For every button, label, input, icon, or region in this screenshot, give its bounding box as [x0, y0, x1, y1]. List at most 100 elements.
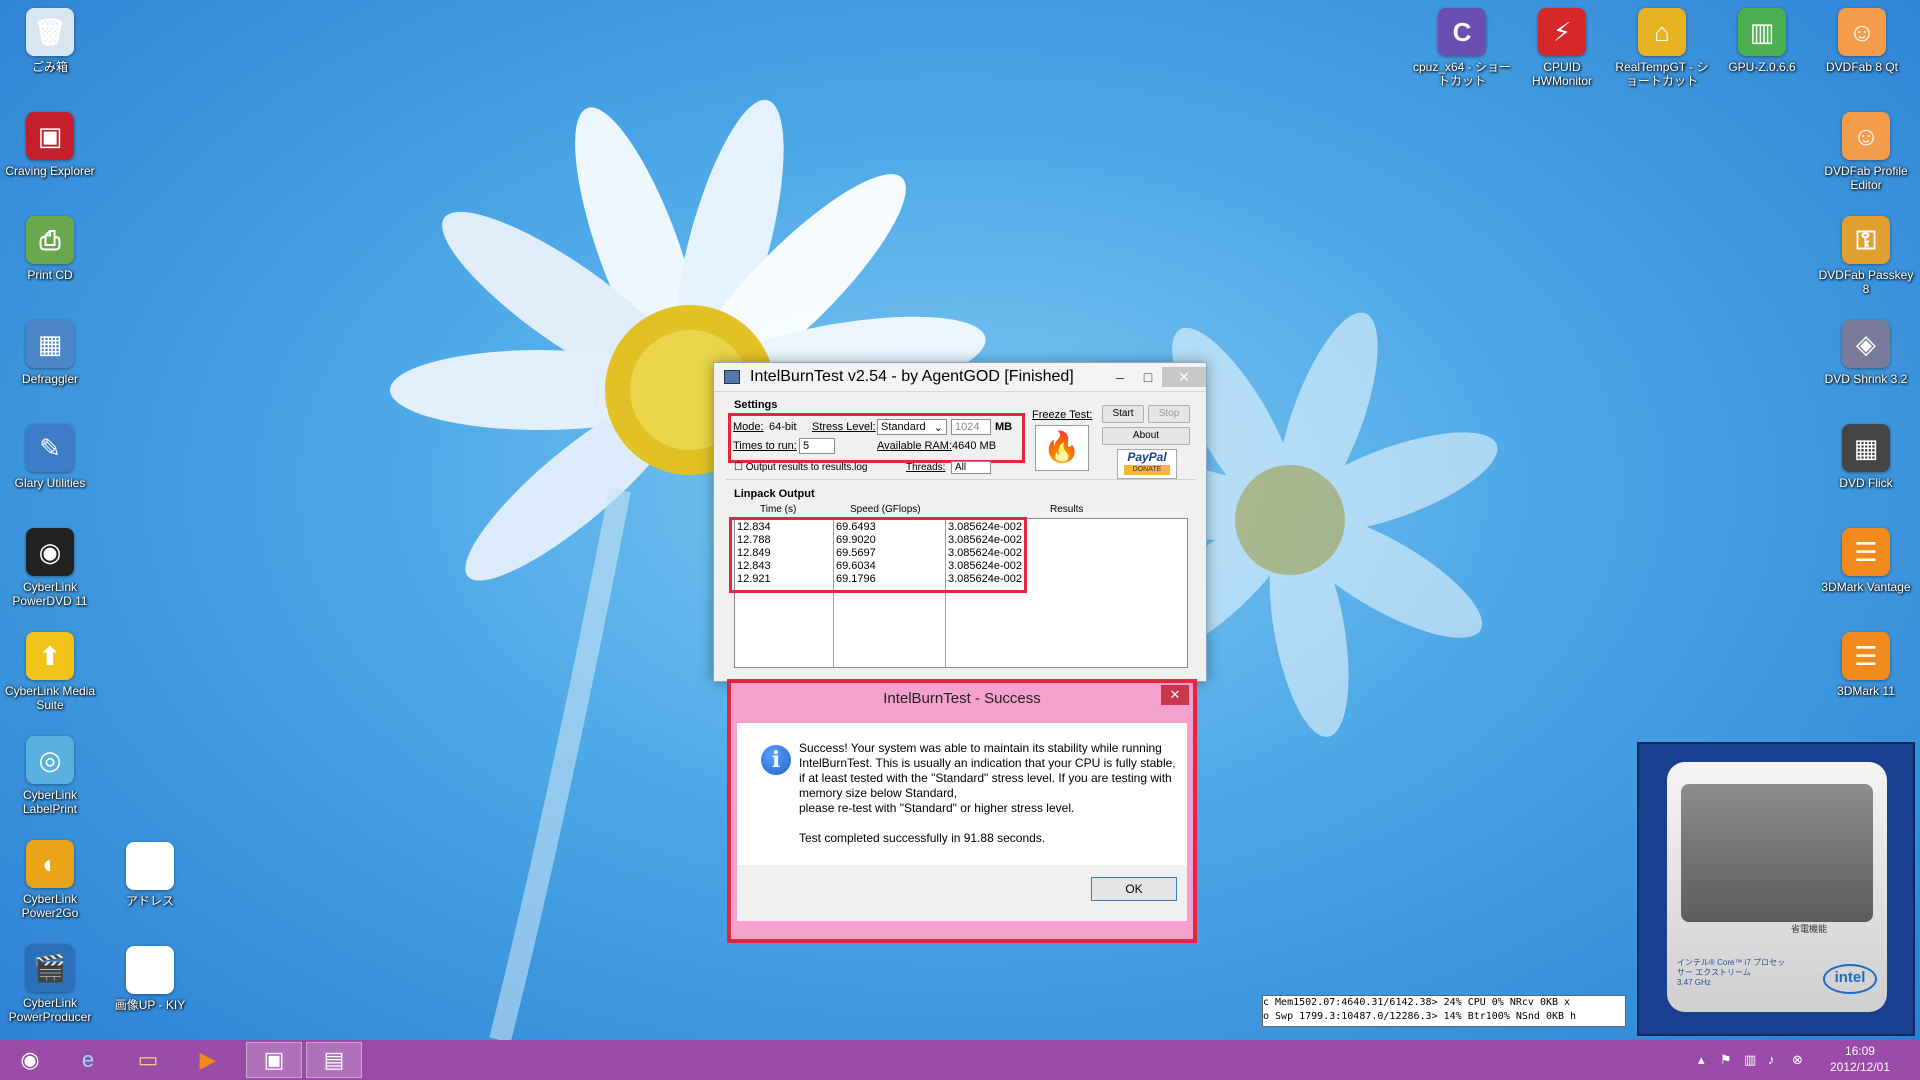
- desktop-icon-label: Defraggler: [21, 372, 79, 386]
- paypal-donate-button[interactable]: PayPal DONATE: [1117, 449, 1177, 479]
- desktop-icon[interactable]: ▦ DVD Flick: [1816, 424, 1916, 490]
- mode-label: Mode:: [733, 421, 764, 433]
- monitor-app-icon[interactable]: ▣: [246, 1042, 302, 1078]
- internet-explorer-icon[interactable]: e: [60, 1042, 116, 1078]
- desktop-icon[interactable]: ▣ Craving Explorer: [0, 112, 100, 178]
- desktop-icon[interactable]: ⬆ CyberLink Media Suite: [0, 632, 100, 712]
- document-icon: ▤: [126, 946, 174, 994]
- desktop-icon-label: CyberLink Power2Go: [21, 892, 79, 920]
- realtemp-icon: ⌂: [1638, 8, 1686, 56]
- dvd-flick-icon: ▦: [1842, 424, 1890, 472]
- desktop-icon[interactable]: ✎ Glary Utilities: [0, 424, 100, 490]
- desktop-icon[interactable]: ◎ CyberLink LabelPrint: [0, 736, 100, 816]
- desktop-icon[interactable]: ▤ アドレス: [100, 842, 200, 908]
- app-icon: [724, 370, 740, 384]
- success-dialog: IntelBurnTest - Success ✕ i Success! You…: [727, 679, 1197, 943]
- desktop-icon-label: Craving Explorer: [5, 164, 95, 178]
- desktop-icon-label: GPU-Z.0.6.6: [1728, 60, 1796, 74]
- desktop-icon[interactable]: ◐ CyberLink Power2Go: [0, 840, 100, 920]
- 3dmark11-icon: ☰: [1842, 632, 1890, 680]
- desktop-icon[interactable]: ⎙ Print CD: [0, 216, 100, 282]
- desktop-icon[interactable]: ◈ DVD Shrink 3.2: [1816, 320, 1916, 386]
- clock[interactable]: 16:09 2012/12/01: [1830, 1043, 1890, 1075]
- desktop-icon[interactable]: 🎬 CyberLink PowerProducer: [0, 944, 100, 1024]
- media-suite-icon: ⬆: [26, 632, 74, 680]
- desktop-icon[interactable]: ☺ DVDFab Profile Editor: [1816, 112, 1916, 192]
- stress-level-label: Stress Level:: [812, 421, 876, 433]
- stress-level-select[interactable]: Standard ⌄: [877, 419, 947, 435]
- desktop-icon-label: Print CD: [27, 268, 73, 282]
- results-highlight: [729, 517, 1027, 593]
- desktop-icon[interactable]: 🗑 ごみ箱: [0, 8, 100, 74]
- dvdfab-profile-icon: ☺: [1842, 112, 1890, 160]
- desktop-icon-label: 画像UP - KIY: [114, 998, 186, 1012]
- desktop-icon-label: Glary Utilities: [14, 476, 86, 490]
- desktop-icon-label: CyberLink PowerDVD 11: [12, 580, 88, 608]
- start-orb-icon[interactable]: ◉: [2, 1042, 58, 1078]
- memory-size-input[interactable]: 1024: [951, 419, 991, 435]
- print-cd-icon: ⎙: [26, 216, 74, 264]
- desktop-icon[interactable]: ⚡ CPUID HWMonitor: [1512, 8, 1612, 88]
- memory-unit: MB: [995, 421, 1013, 433]
- desktop-icon[interactable]: ▤ 画像UP - KIY: [100, 946, 200, 1012]
- available-ram-value: 4640 MB: [952, 440, 997, 452]
- window-title: IntelBurnTest v2.54 - by AgentGOD [Finis…: [750, 368, 1074, 385]
- desktop-icon-label: RealTempGT - ショートカット: [1615, 60, 1709, 88]
- times-to-run-input[interactable]: 5: [799, 438, 835, 454]
- labelprint-icon: ◎: [26, 736, 74, 784]
- powerproducer-icon: 🎬: [26, 944, 74, 992]
- desktop-icon[interactable]: Ccpuz_x64 - ショートカット: [1412, 8, 1512, 88]
- glary-utilities-icon: ✎: [26, 424, 74, 472]
- ok-button[interactable]: OK: [1091, 877, 1177, 901]
- volume-icon[interactable]: ♪: [1768, 1052, 1775, 1067]
- desktop-icon[interactable]: ◉ CyberLink PowerDVD 11: [0, 528, 100, 608]
- about-button[interactable]: About: [1102, 427, 1190, 445]
- settings-label: Settings: [734, 399, 778, 411]
- maximize-icon[interactable]: □: [1134, 367, 1162, 387]
- passkey-icon: ⚿: [1842, 216, 1890, 264]
- desktop-icon[interactable]: ▥ GPU-Z.0.6.6: [1712, 8, 1812, 74]
- desktop-icon-label: CPUID HWMonitor: [1531, 60, 1592, 88]
- start-button[interactable]: Start: [1102, 405, 1144, 423]
- close-icon[interactable]: ✕: [1162, 367, 1206, 387]
- dvdfab-icon: ☺: [1838, 8, 1886, 56]
- desktop-icon-label: CyberLink Media Suite: [4, 684, 96, 712]
- desktop-icon[interactable]: ☺ DVDFab 8 Qt: [1812, 8, 1912, 74]
- clock-time: 16:09: [1844, 1044, 1875, 1058]
- flag-icon[interactable]: ⚑: [1720, 1052, 1732, 1068]
- window-titlebar[interactable]: IntelBurnTest v2.54 - by AgentGOD [Finis…: [714, 363, 1206, 392]
- recycle-bin-icon: 🗑: [26, 8, 74, 56]
- resource-monitor[interactable]: c Mem1502.07:4640.31/6142.38> 24% CPU 0%…: [1262, 995, 1626, 1027]
- desktop-icon-label: cpuz_x64 - ショートカット: [1412, 60, 1512, 88]
- monitor-line-2: o Swp 1799.3:10487.0/12286.3> 14% Btr100…: [1263, 1011, 1577, 1022]
- document-icon: ▤: [126, 842, 174, 890]
- stop-button[interactable]: Stop: [1148, 405, 1190, 423]
- cpu-gadget[interactable]: 省電機能 インテル® Core™ i7 プロセッサー エクストリーム 3.47 G…: [1637, 742, 1915, 1036]
- file-explorer-icon[interactable]: ▭: [120, 1042, 176, 1078]
- flame-icon[interactable]: 🔥: [1035, 425, 1089, 471]
- desktop-icon[interactable]: ⌂ RealTempGT - ショートカット: [1612, 8, 1712, 88]
- powerdvd-icon: ◉: [26, 528, 74, 576]
- intelburntest-window: IntelBurnTest v2.54 - by AgentGOD [Finis…: [713, 362, 1207, 682]
- close-circle-icon[interactable]: ⊗: [1792, 1052, 1803, 1068]
- media-player-icon[interactable]: ▶: [180, 1042, 236, 1078]
- desktop-icon[interactable]: ☰ 3DMark 11: [1816, 632, 1916, 698]
- desktop-icon[interactable]: ▦ Defraggler: [0, 320, 100, 386]
- desktop-icon[interactable]: ☰ 3DMark Vantage: [1816, 528, 1916, 594]
- power2go-icon: ◐: [26, 840, 74, 888]
- defraggler-icon: ▦: [26, 320, 74, 368]
- intelburntest-taskbar-icon[interactable]: ▤: [306, 1042, 362, 1078]
- desktop-icon-label: DVDFab 8 Qt: [1825, 60, 1899, 74]
- threads-select[interactable]: All: [951, 461, 991, 474]
- column-header-results: Results: [1050, 504, 1084, 515]
- network-icon[interactable]: ▥: [1744, 1052, 1756, 1068]
- desktop-icon-label: 3DMark 11: [1837, 684, 1895, 698]
- chevron-up-icon[interactable]: ▴: [1698, 1052, 1705, 1068]
- minimize-icon[interactable]: –: [1106, 367, 1134, 387]
- available-ram-label: Available RAM:: [877, 440, 952, 452]
- gadget-screen: [1681, 784, 1873, 922]
- output-results-checkbox[interactable]: ☐ Output results to results.log: [734, 462, 867, 473]
- close-icon[interactable]: ✕: [1161, 685, 1189, 705]
- times-to-run-label: Times to run:: [733, 440, 797, 452]
- desktop-icon[interactable]: ⚿ DVDFab Passkey 8: [1816, 216, 1916, 296]
